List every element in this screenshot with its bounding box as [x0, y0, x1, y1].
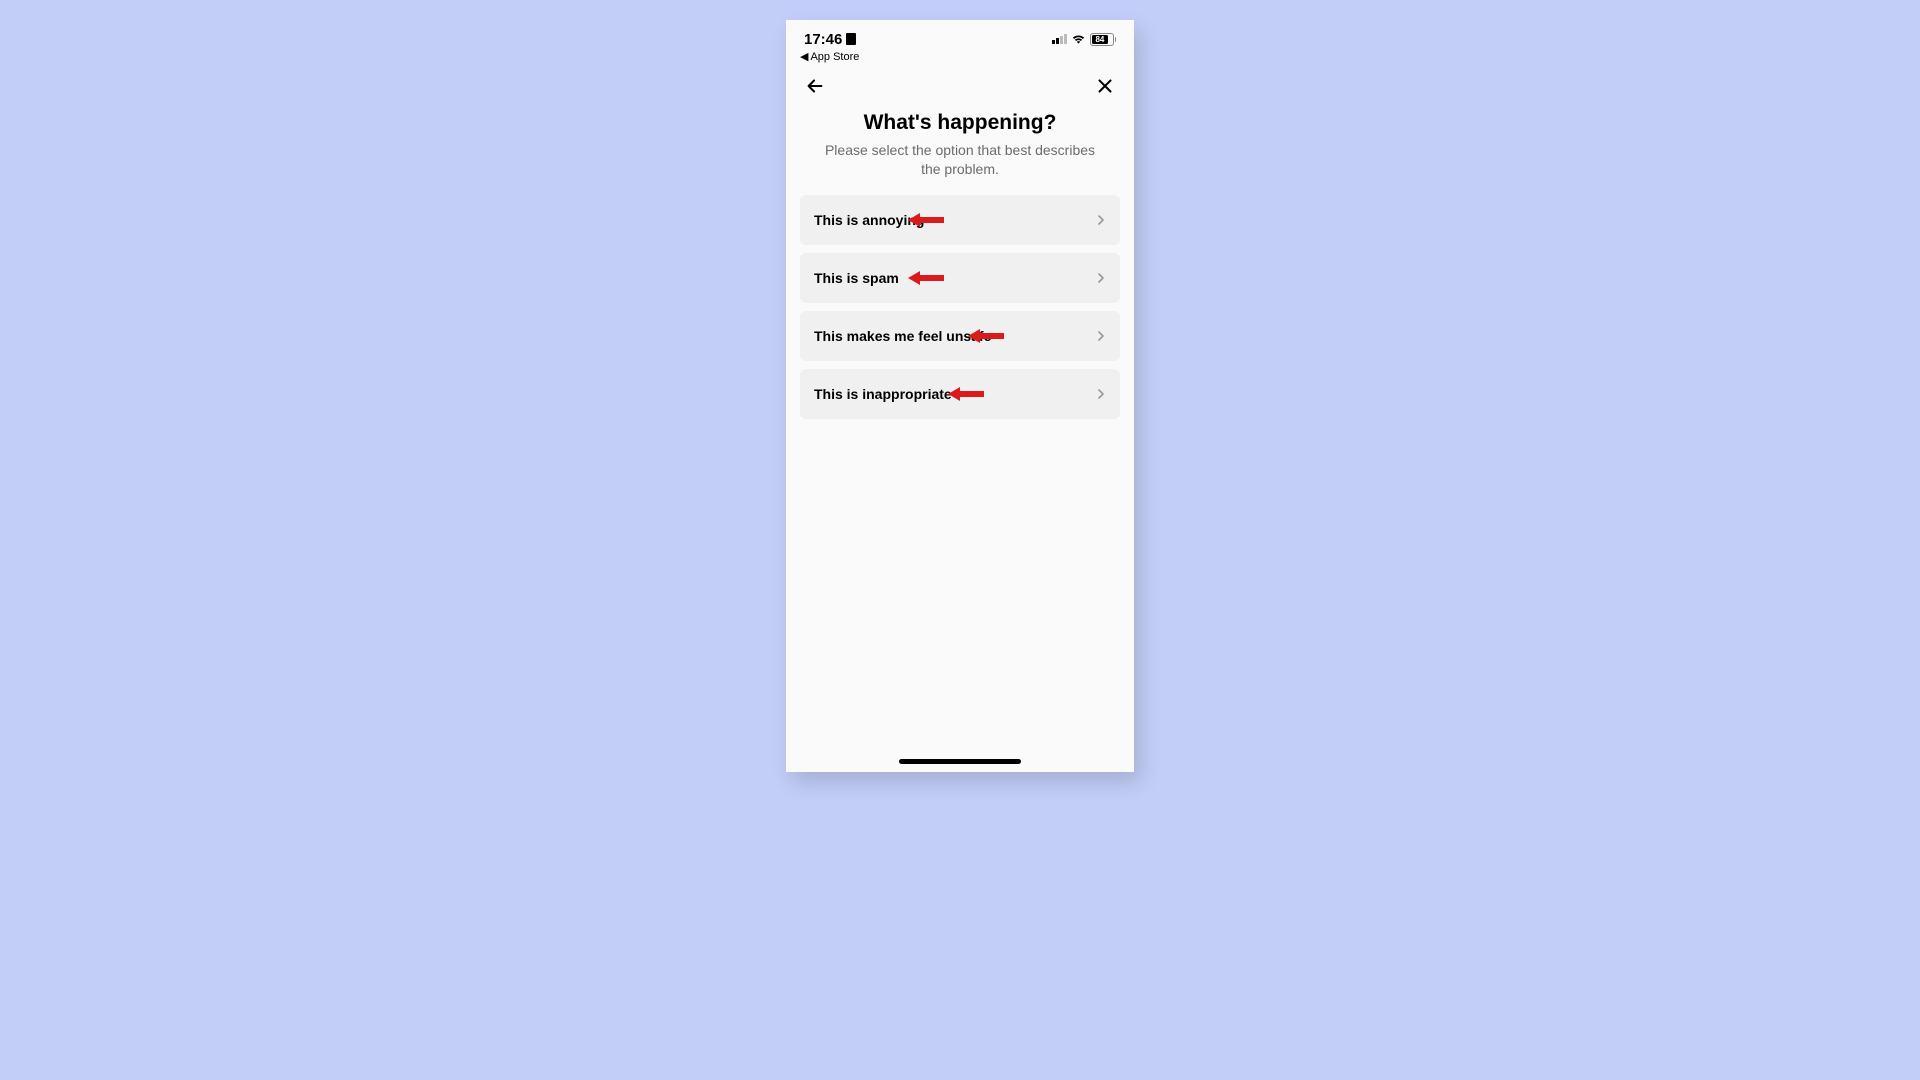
page-title: What's happening? [800, 111, 1120, 135]
option-label: This is spam [814, 270, 899, 286]
status-left: 17:46 [804, 31, 856, 48]
annotation-arrow-icon [906, 269, 946, 287]
content-area: What's happening? Please select the opti… [786, 105, 1134, 433]
close-icon[interactable] [1094, 75, 1116, 97]
chevron-right-icon [1096, 331, 1106, 341]
chevron-right-icon [1096, 389, 1106, 399]
status-bar: 17:46 84 [786, 20, 1134, 48]
back-triangle-icon: ◀ [800, 50, 808, 63]
option-label: This is inappropriate [814, 386, 952, 402]
annotation-arrow-icon [946, 385, 986, 403]
page-subtitle: Please select the option that best descr… [800, 141, 1120, 179]
status-right: 84 [1052, 33, 1117, 46]
battery-icon: 84 [1090, 33, 1117, 46]
option-label: This makes me feel unsafe [814, 328, 991, 344]
navigation-bar [786, 67, 1134, 105]
back-to-appstore-link[interactable]: ◀ App Store [786, 48, 1134, 67]
option-unsafe[interactable]: This makes me feel unsafe [800, 311, 1120, 361]
annotation-arrow-icon [906, 211, 946, 229]
chevron-right-icon [1096, 215, 1106, 225]
phone-screen: 17:46 84 ◀ App Store [786, 20, 1134, 772]
option-annoying[interactable]: This is annoying [800, 195, 1120, 245]
back-appstore-label: App Store [810, 51, 859, 63]
chevron-right-icon [1096, 273, 1106, 283]
option-inappropriate[interactable]: This is inappropriate [800, 369, 1120, 419]
wifi-icon [1071, 34, 1086, 45]
annotation-arrow-icon [966, 327, 1006, 345]
lock-icon [846, 33, 856, 45]
home-indicator[interactable] [899, 759, 1021, 764]
option-spam[interactable]: This is spam [800, 253, 1120, 303]
status-time: 17:46 [804, 31, 842, 48]
cellular-signal-icon [1052, 34, 1067, 44]
battery-level: 84 [1095, 35, 1104, 44]
back-arrow-icon[interactable] [804, 75, 826, 97]
